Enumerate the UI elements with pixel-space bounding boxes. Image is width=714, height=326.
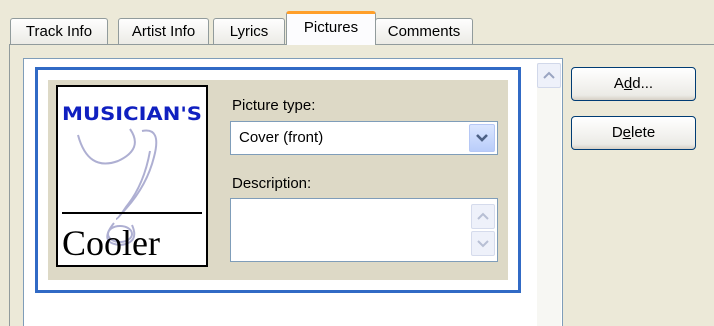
scroll-down-arrow-icon — [477, 240, 489, 248]
tab-lyrics[interactable]: Lyrics — [213, 18, 285, 44]
add-button[interactable]: Add... — [571, 67, 696, 101]
picture-type-dropdown-button[interactable] — [469, 124, 495, 152]
add-button-label-start: A — [613, 75, 624, 92]
musicians-cooler-logo: MUSICIAN'S Cooler — [62, 103, 202, 263]
svg-text:MUSICIAN'S: MUSICIAN'S — [62, 103, 202, 125]
tab-comments[interactable]: Comments — [375, 18, 473, 44]
delete-button[interactable]: Delete — [571, 116, 696, 150]
tab-track-info[interactable]: Track Info — [10, 18, 108, 44]
svg-text:Cooler: Cooler — [62, 223, 160, 263]
tab-artist-info[interactable]: Artist Info — [118, 18, 209, 44]
description-scroll-up-button[interactable] — [471, 204, 495, 229]
delete-button-label-end: lete — [631, 124, 656, 141]
picture-type-combo[interactable]: Cover (front) — [230, 121, 498, 155]
add-button-accelerator: d — [623, 75, 633, 92]
scroll-up-button[interactable] — [537, 63, 561, 88]
scroll-up-arrow-icon — [543, 71, 555, 79]
description-field[interactable] — [230, 198, 498, 262]
add-button-label-end: d... — [632, 75, 654, 92]
picture-list-scrollbar[interactable] — [537, 63, 561, 326]
description-label: Description: — [232, 175, 312, 192]
picture-thumbnail[interactable]: MUSICIAN'S Cooler — [56, 85, 208, 267]
description-scroll-down-button[interactable] — [471, 231, 495, 256]
tab-pictures[interactable]: Pictures — [286, 11, 376, 45]
delete-button-accelerator: e — [622, 124, 631, 141]
chevron-down-icon — [476, 134, 488, 142]
picture-type-value: Cover (front) — [239, 129, 324, 146]
scroll-up-arrow-icon — [477, 212, 489, 220]
picture-type-label: Picture type: — [232, 97, 316, 114]
delete-button-label-start: D — [611, 124, 623, 141]
